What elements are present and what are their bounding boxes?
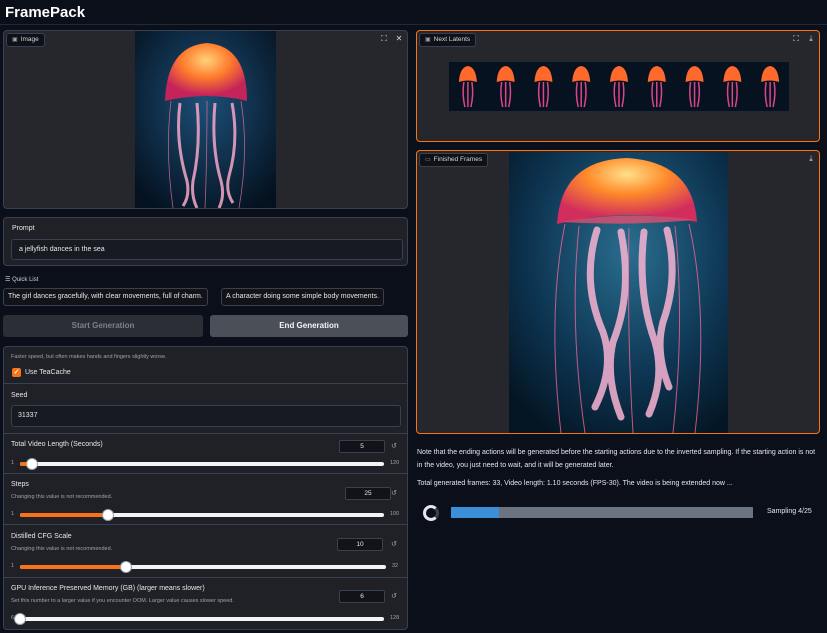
progress-label: Sampling 4/25 bbox=[767, 508, 812, 515]
cfg-hint: Changing this value is not recommended. bbox=[11, 546, 113, 552]
cfg-slider[interactable] bbox=[20, 562, 386, 572]
video-length-section: Total Video Length (Seconds) 5 ↺ 1 120 bbox=[4, 434, 407, 474]
cfg-section: Distilled CFG Scale Changing this value … bbox=[4, 525, 407, 578]
gpu-memory-section: GPU Inference Preserved Memory (GB) (lar… bbox=[4, 578, 407, 629]
app-title: FramePack bbox=[5, 4, 86, 21]
download-icon[interactable]: ⤓ bbox=[806, 154, 816, 164]
gpu-memory-label: GPU Inference Preserved Memory (GB) (lar… bbox=[11, 585, 205, 592]
prompt-panel: Prompt a jellyfish dances in the sea bbox=[3, 217, 408, 266]
teacache-hint: Faster speed, but often makes hands and … bbox=[11, 354, 167, 360]
slider-thumb[interactable] bbox=[121, 562, 132, 572]
loading-spinner-icon bbox=[423, 505, 439, 521]
video-length-slider[interactable] bbox=[20, 459, 384, 469]
image-icon: ▣ bbox=[12, 37, 18, 43]
sampling-progress-bar bbox=[451, 507, 753, 518]
header-divider bbox=[0, 24, 827, 25]
gpu-memory-input[interactable]: 6 bbox=[339, 590, 385, 603]
finished-frames-panel: ▭ Finished Frames ⤓ bbox=[416, 150, 820, 434]
progress-fill bbox=[451, 507, 500, 518]
video-icon: ▭ bbox=[425, 157, 431, 163]
image-input-panel[interactable]: ▣ Image ⛶ ✕ bbox=[3, 30, 408, 209]
output-video-jellyfish[interactable] bbox=[509, 152, 728, 433]
image-icon: ▣ bbox=[425, 37, 431, 43]
reset-icon[interactable]: ↺ bbox=[388, 440, 400, 453]
slider-fill bbox=[20, 565, 127, 569]
teacache-section: Faster speed, but often makes hands and … bbox=[4, 347, 407, 384]
gpu-memory-hint: Set this number to a larger value if you… bbox=[11, 598, 234, 604]
end-generation-button[interactable]: End Generation bbox=[210, 315, 408, 337]
seed-input[interactable]: 31337 bbox=[11, 405, 401, 427]
reset-icon[interactable]: ↺ bbox=[388, 538, 400, 551]
cfg-label: Distilled CFG Scale bbox=[11, 533, 72, 540]
seed-label: Seed bbox=[11, 392, 28, 399]
fullscreen-icon[interactable]: ⛶ bbox=[791, 34, 801, 44]
download-icon[interactable]: ⤓ bbox=[806, 34, 816, 44]
start-generation-button[interactable]: Start Generation bbox=[3, 315, 203, 337]
teacache-checkbox[interactable]: ✓ bbox=[12, 368, 21, 377]
slider-thumb[interactable] bbox=[27, 459, 38, 469]
quick-list-item[interactable]: A character doing some simple body movem… bbox=[221, 288, 384, 306]
range-max: 100 bbox=[390, 511, 400, 517]
latent-frames-strip bbox=[449, 62, 789, 111]
reset-icon[interactable]: ↺ bbox=[388, 590, 400, 603]
slider-fill bbox=[20, 513, 109, 517]
range-max: 128 bbox=[390, 615, 400, 621]
quick-list-label: ☰ Quick List bbox=[5, 277, 39, 283]
steps-label: Steps bbox=[11, 481, 29, 488]
prompt-label: Prompt bbox=[12, 225, 35, 232]
video-length-input[interactable]: 5 bbox=[339, 440, 385, 453]
settings-panel: Faster speed, but often makes hands and … bbox=[3, 346, 408, 630]
slider-thumb[interactable] bbox=[103, 510, 114, 520]
next-latents-label: ▣ Next Latents bbox=[419, 33, 477, 47]
video-length-label: Total Video Length (Seconds) bbox=[11, 441, 103, 448]
image-panel-label: ▣ Image bbox=[6, 33, 45, 47]
close-icon[interactable]: ✕ bbox=[394, 34, 404, 44]
finished-frames-label: ▭ Finished Frames bbox=[419, 153, 489, 167]
range-min: 1 bbox=[11, 460, 15, 466]
input-image-jellyfish bbox=[135, 31, 276, 208]
reset-icon[interactable]: ↺ bbox=[388, 487, 400, 500]
steps-slider[interactable] bbox=[20, 510, 384, 520]
sampling-note: Note that the ending actions will be gen… bbox=[417, 449, 816, 469]
gpu-memory-slider[interactable] bbox=[15, 614, 384, 624]
list-icon: ☰ bbox=[5, 277, 11, 283]
steps-input[interactable]: 25 bbox=[345, 487, 391, 500]
seed-section: Seed 31337 bbox=[4, 384, 407, 434]
slider-thumb[interactable] bbox=[15, 614, 25, 624]
next-latents-panel: ▣ Next Latents ⛶ ⤓ bbox=[416, 30, 820, 142]
quick-list-item[interactable]: The girl dances gracefully, with clear m… bbox=[3, 288, 208, 306]
range-max: 32 bbox=[392, 563, 399, 569]
fullscreen-icon[interactable]: ⛶ bbox=[379, 34, 389, 44]
cfg-input[interactable]: 10 bbox=[337, 538, 383, 551]
range-max: 120 bbox=[390, 460, 400, 466]
range-min: 1 bbox=[11, 511, 15, 517]
prompt-input[interactable]: a jellyfish dances in the sea bbox=[11, 239, 403, 260]
range-min: 1 bbox=[11, 563, 15, 569]
range-min: 6 bbox=[11, 615, 15, 621]
steps-hint: Changing this value is not recommended. bbox=[11, 494, 113, 500]
teacache-label: Use TeaCache bbox=[25, 369, 71, 376]
generation-status: Total generated frames: 33, Video length… bbox=[417, 480, 733, 487]
steps-section: Steps Changing this value is not recomme… bbox=[4, 474, 407, 525]
